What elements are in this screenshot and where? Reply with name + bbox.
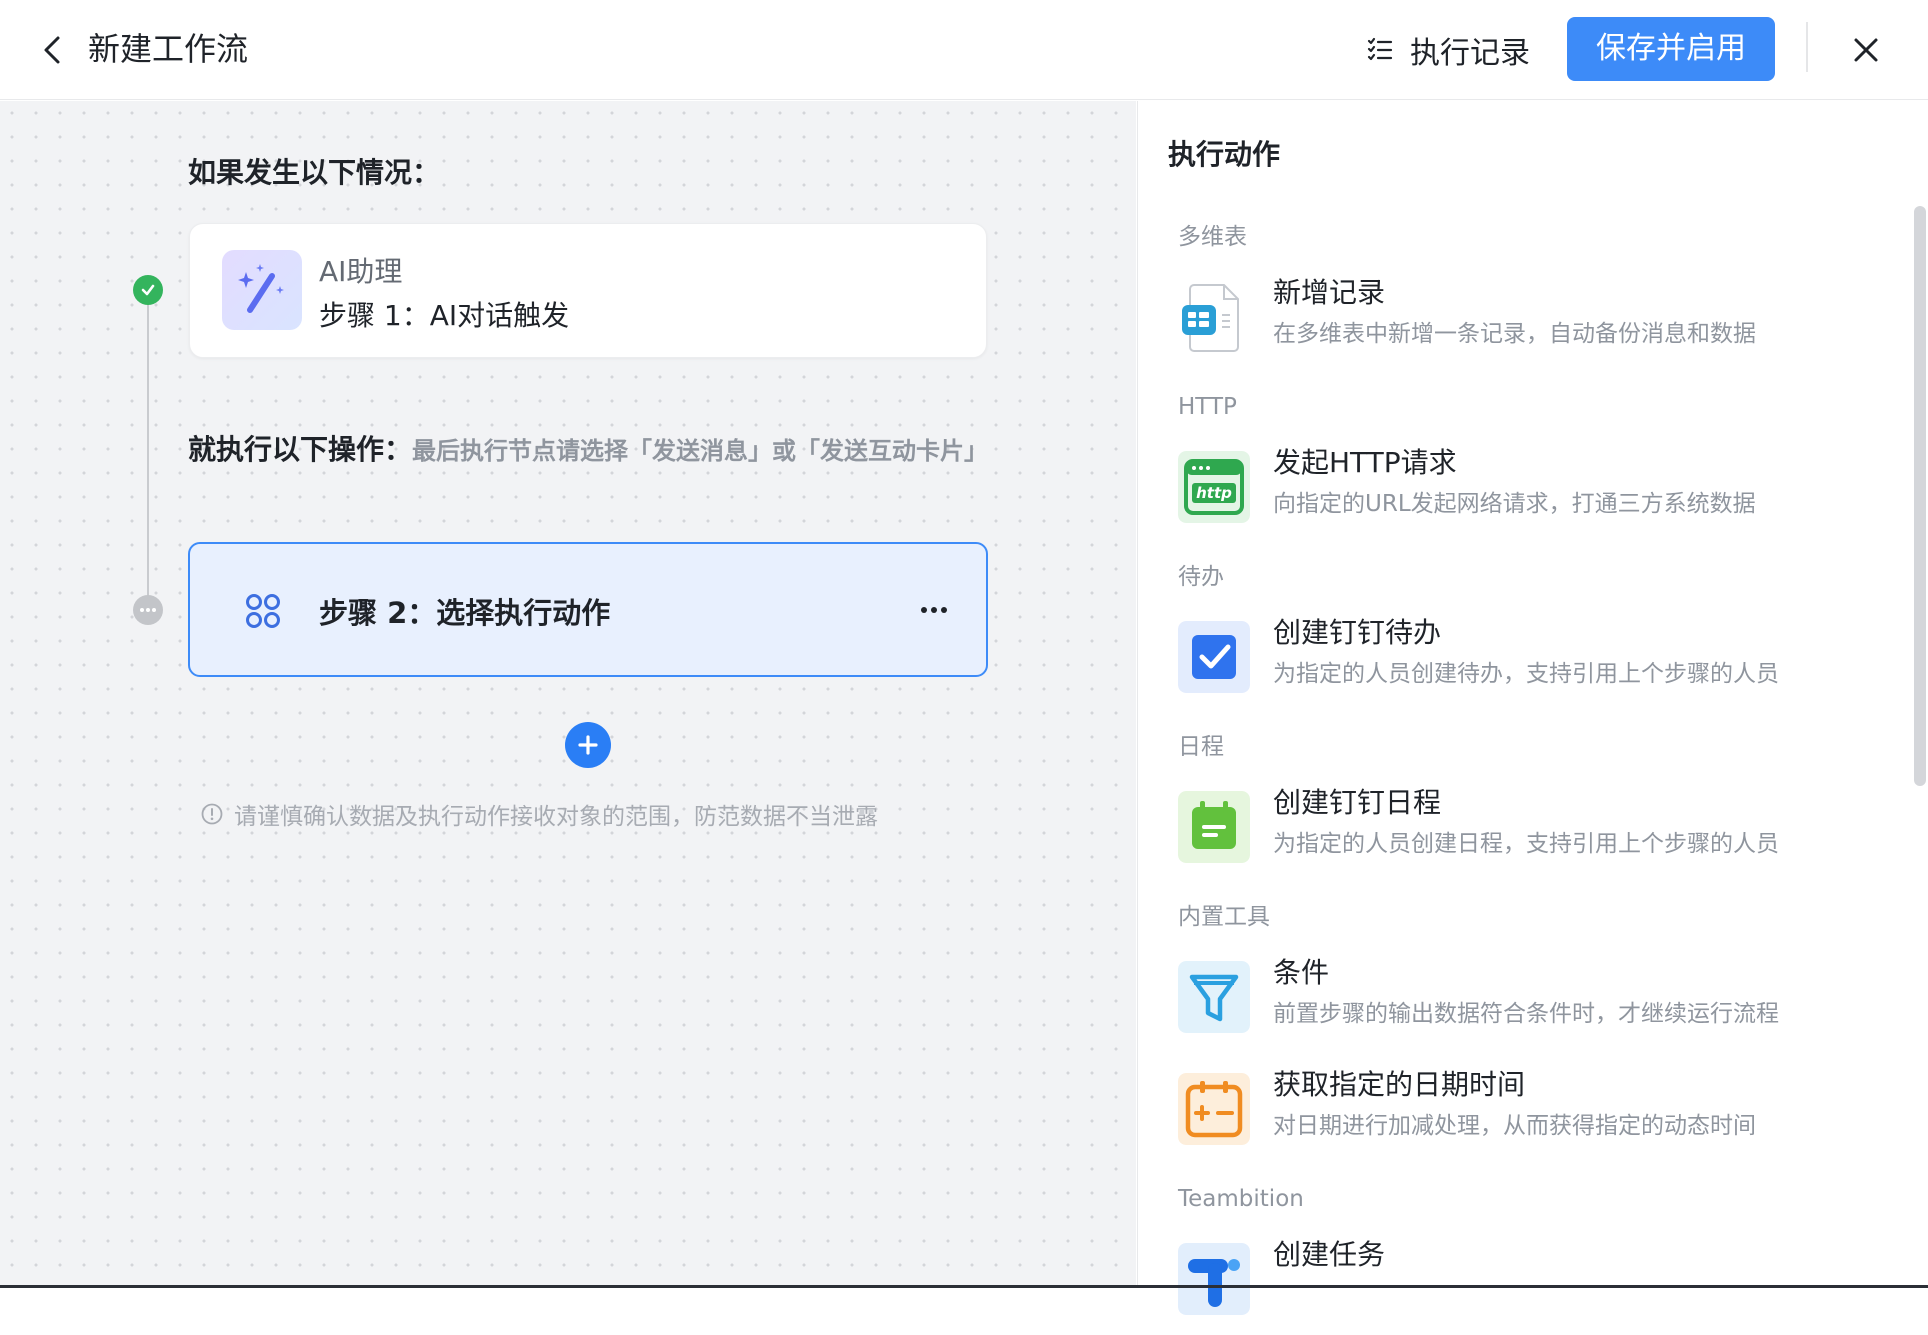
section-label-todo: 待办 bbox=[1178, 564, 1224, 590]
svg-text:http: http bbox=[1196, 484, 1232, 502]
section-label-bitable: 多维表 bbox=[1178, 224, 1247, 250]
trigger-step-label: 步骤 1：AI对话触发 bbox=[319, 299, 570, 332]
action-item-create-schedule[interactable]: 创建钉钉日程 为指定的人员创建日程，支持引用上个步骤的人员 bbox=[1178, 783, 1878, 883]
date-calc-icon bbox=[1178, 1073, 1250, 1145]
close-icon[interactable] bbox=[1846, 30, 1886, 70]
action-title-hint: 最后执行节点请选择「发送消息」或「发送互动卡片」 bbox=[412, 437, 989, 465]
action-item-http-request[interactable]: http 发起HTTP请求 向指定的URL发起网络请求，打通三方系统数据 bbox=[1178, 443, 1878, 543]
action-item-title: 新增记录 bbox=[1273, 276, 1386, 309]
trigger-source-label: AI助理 bbox=[319, 255, 403, 288]
page-title: 新建工作流 bbox=[88, 30, 249, 68]
execution-history-label: 执行记录 bbox=[1410, 36, 1530, 71]
action-item-title: 条件 bbox=[1273, 956, 1330, 989]
action-item-title: 创建钉钉日程 bbox=[1273, 786, 1442, 819]
list-icon bbox=[1367, 37, 1393, 61]
calendar-icon bbox=[1178, 791, 1250, 863]
section-label-schedule: 日程 bbox=[1178, 734, 1224, 760]
data-safety-notice: 请谨慎确认数据及执行动作接收对象的范围，防范数据不当泄露 bbox=[200, 797, 878, 831]
section-label-builtin-tools: 内置工具 bbox=[1178, 904, 1270, 930]
action-item-title: 创建钉钉待办 bbox=[1273, 616, 1442, 649]
teambition-icon bbox=[1178, 1243, 1250, 1315]
panel-title: 执行动作 bbox=[1168, 138, 1281, 171]
table-doc-icon bbox=[1182, 284, 1239, 352]
action-item-desc: 为指定的人员创建待办，支持引用上个步骤的人员 bbox=[1273, 661, 1779, 687]
action-item-title: 获取指定的日期时间 bbox=[1273, 1068, 1526, 1101]
info-icon bbox=[201, 803, 223, 825]
action-item-title: 创建任务 bbox=[1273, 1238, 1386, 1271]
back-arrow-icon[interactable] bbox=[36, 30, 72, 70]
timeline-line bbox=[147, 289, 149, 609]
action-item-desc: 在多维表中新增一条记录，自动备份消息和数据 bbox=[1273, 321, 1756, 347]
action-item-title: 发起HTTP请求 bbox=[1273, 446, 1457, 479]
action-list: 多维表 新增记录 在多维表中新增一条记录，自动备份消息和数据 HTTP http… bbox=[1178, 221, 1878, 1335]
action-picker-panel: 执行动作 多维表 新增记录 在多维表中新增一条记录，自动备份消息和数据 HTTP bbox=[1137, 101, 1928, 1315]
add-step-button[interactable] bbox=[565, 722, 611, 768]
magic-wand-icon bbox=[222, 250, 302, 330]
save-and-enable-button[interactable]: 保存并启用 bbox=[1567, 17, 1775, 81]
workflow-canvas: 如果发生以下情况： AI助理 步骤 1：AI对话触发 就执行以下操作：最后执行节… bbox=[0, 101, 1136, 1288]
filter-icon bbox=[1178, 961, 1250, 1033]
action-section-title: 就执行以下操作：最后执行节点请选择「发送消息」或「发送互动卡片」 bbox=[188, 427, 988, 474]
step-complete-icon bbox=[133, 275, 163, 305]
more-options-icon[interactable] bbox=[918, 600, 950, 620]
step-pending-icon bbox=[133, 595, 163, 625]
header-divider bbox=[1806, 22, 1808, 72]
action-item-desc: 为指定的人员创建日程，支持引用上个步骤的人员 bbox=[1273, 831, 1779, 857]
app-grid-icon bbox=[246, 594, 280, 628]
action-item-desc: 对日期进行加减处理，从而获得指定的动态时间 bbox=[1273, 1113, 1756, 1139]
data-safety-notice-text: 请谨慎确认数据及执行动作接收对象的范围，防范数据不当泄露 bbox=[234, 804, 878, 830]
action-item-get-datetime[interactable]: 获取指定的日期时间 对日期进行加减处理，从而获得指定的动态时间 bbox=[1178, 1065, 1878, 1165]
execution-history-button[interactable]: 执行记录 bbox=[1366, 24, 1530, 76]
action-step-label: 步骤 2：选择执行动作 bbox=[319, 596, 611, 630]
action-step-card[interactable]: 步骤 2：选择执行动作 bbox=[188, 542, 988, 677]
panel-scrollbar[interactable] bbox=[1914, 206, 1926, 786]
action-item-desc: 向指定的URL发起网络请求，打通三方系统数据 bbox=[1273, 491, 1756, 517]
plus-icon bbox=[578, 735, 598, 755]
action-item-add-record[interactable]: 新增记录 在多维表中新增一条记录，自动备份消息和数据 bbox=[1178, 273, 1878, 373]
trigger-step-card[interactable]: AI助理 步骤 1：AI对话触发 bbox=[189, 223, 987, 358]
condition-title: 如果发生以下情况： bbox=[188, 156, 441, 189]
section-label-http: HTTP bbox=[1178, 394, 1237, 420]
action-title-label: 就执行以下操作： bbox=[188, 433, 413, 466]
top-bar: 新建工作流 执行记录 保存并启用 bbox=[0, 0, 1928, 100]
action-item-desc: 前置步骤的输出数据符合条件时，才继续运行流程 bbox=[1273, 1001, 1779, 1027]
action-item-create-todo[interactable]: 创建钉钉待办 为指定的人员创建待办，支持引用上个步骤的人员 bbox=[1178, 613, 1878, 713]
action-item-condition[interactable]: 条件 前置步骤的输出数据符合条件时，才继续运行流程 bbox=[1178, 953, 1878, 1053]
todo-check-icon bbox=[1178, 621, 1250, 693]
section-label-teambition: Teambition bbox=[1178, 1186, 1304, 1212]
http-icon: http bbox=[1178, 451, 1250, 523]
